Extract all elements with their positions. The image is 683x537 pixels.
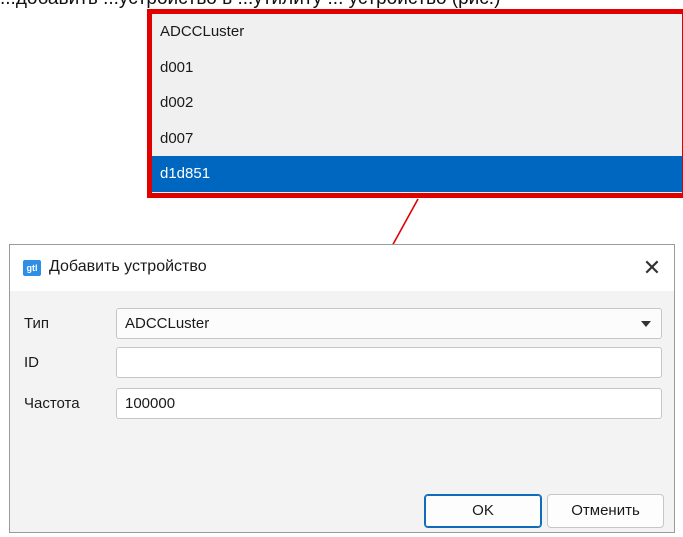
dropdown-option-d007[interactable]: d007 — [152, 121, 682, 157]
frequency-label: Частота — [24, 395, 80, 412]
dropdown-option-d001[interactable]: d001 — [152, 50, 682, 86]
close-button[interactable]: ✕ — [636, 253, 668, 283]
dialog-titlebar: gtl Добавить устройство ✕ — [10, 245, 674, 291]
frequency-input[interactable]: 100000 — [116, 388, 662, 419]
type-label: Тип — [24, 315, 50, 332]
type-combobox-value: ADCCLuster — [125, 315, 210, 332]
id-input[interactable] — [116, 347, 662, 378]
dropdown-option-d1d851[interactable]: d1d851 — [152, 156, 682, 192]
dropdown-option-adccluster[interactable]: ADCCLuster — [152, 14, 682, 50]
add-device-dialog: gtl Добавить устройство ✕ Тип ADCCLuster… — [9, 244, 675, 533]
type-combobox[interactable]: ADCCLuster — [116, 308, 662, 339]
chevron-down-icon[interactable] — [641, 321, 651, 327]
dropdown-option-d002[interactable]: d002 — [152, 85, 682, 121]
dialog-title: Добавить устройство — [49, 258, 207, 275]
type-dropdown-list[interactable]: ADCCLuster d001 d002 d007 d1d851 — [147, 9, 683, 198]
app-logo-icon: gtl — [23, 260, 41, 276]
id-label: ID — [24, 354, 39, 371]
ok-button[interactable]: OK — [424, 494, 542, 528]
cancel-button[interactable]: Отменить — [547, 494, 664, 528]
